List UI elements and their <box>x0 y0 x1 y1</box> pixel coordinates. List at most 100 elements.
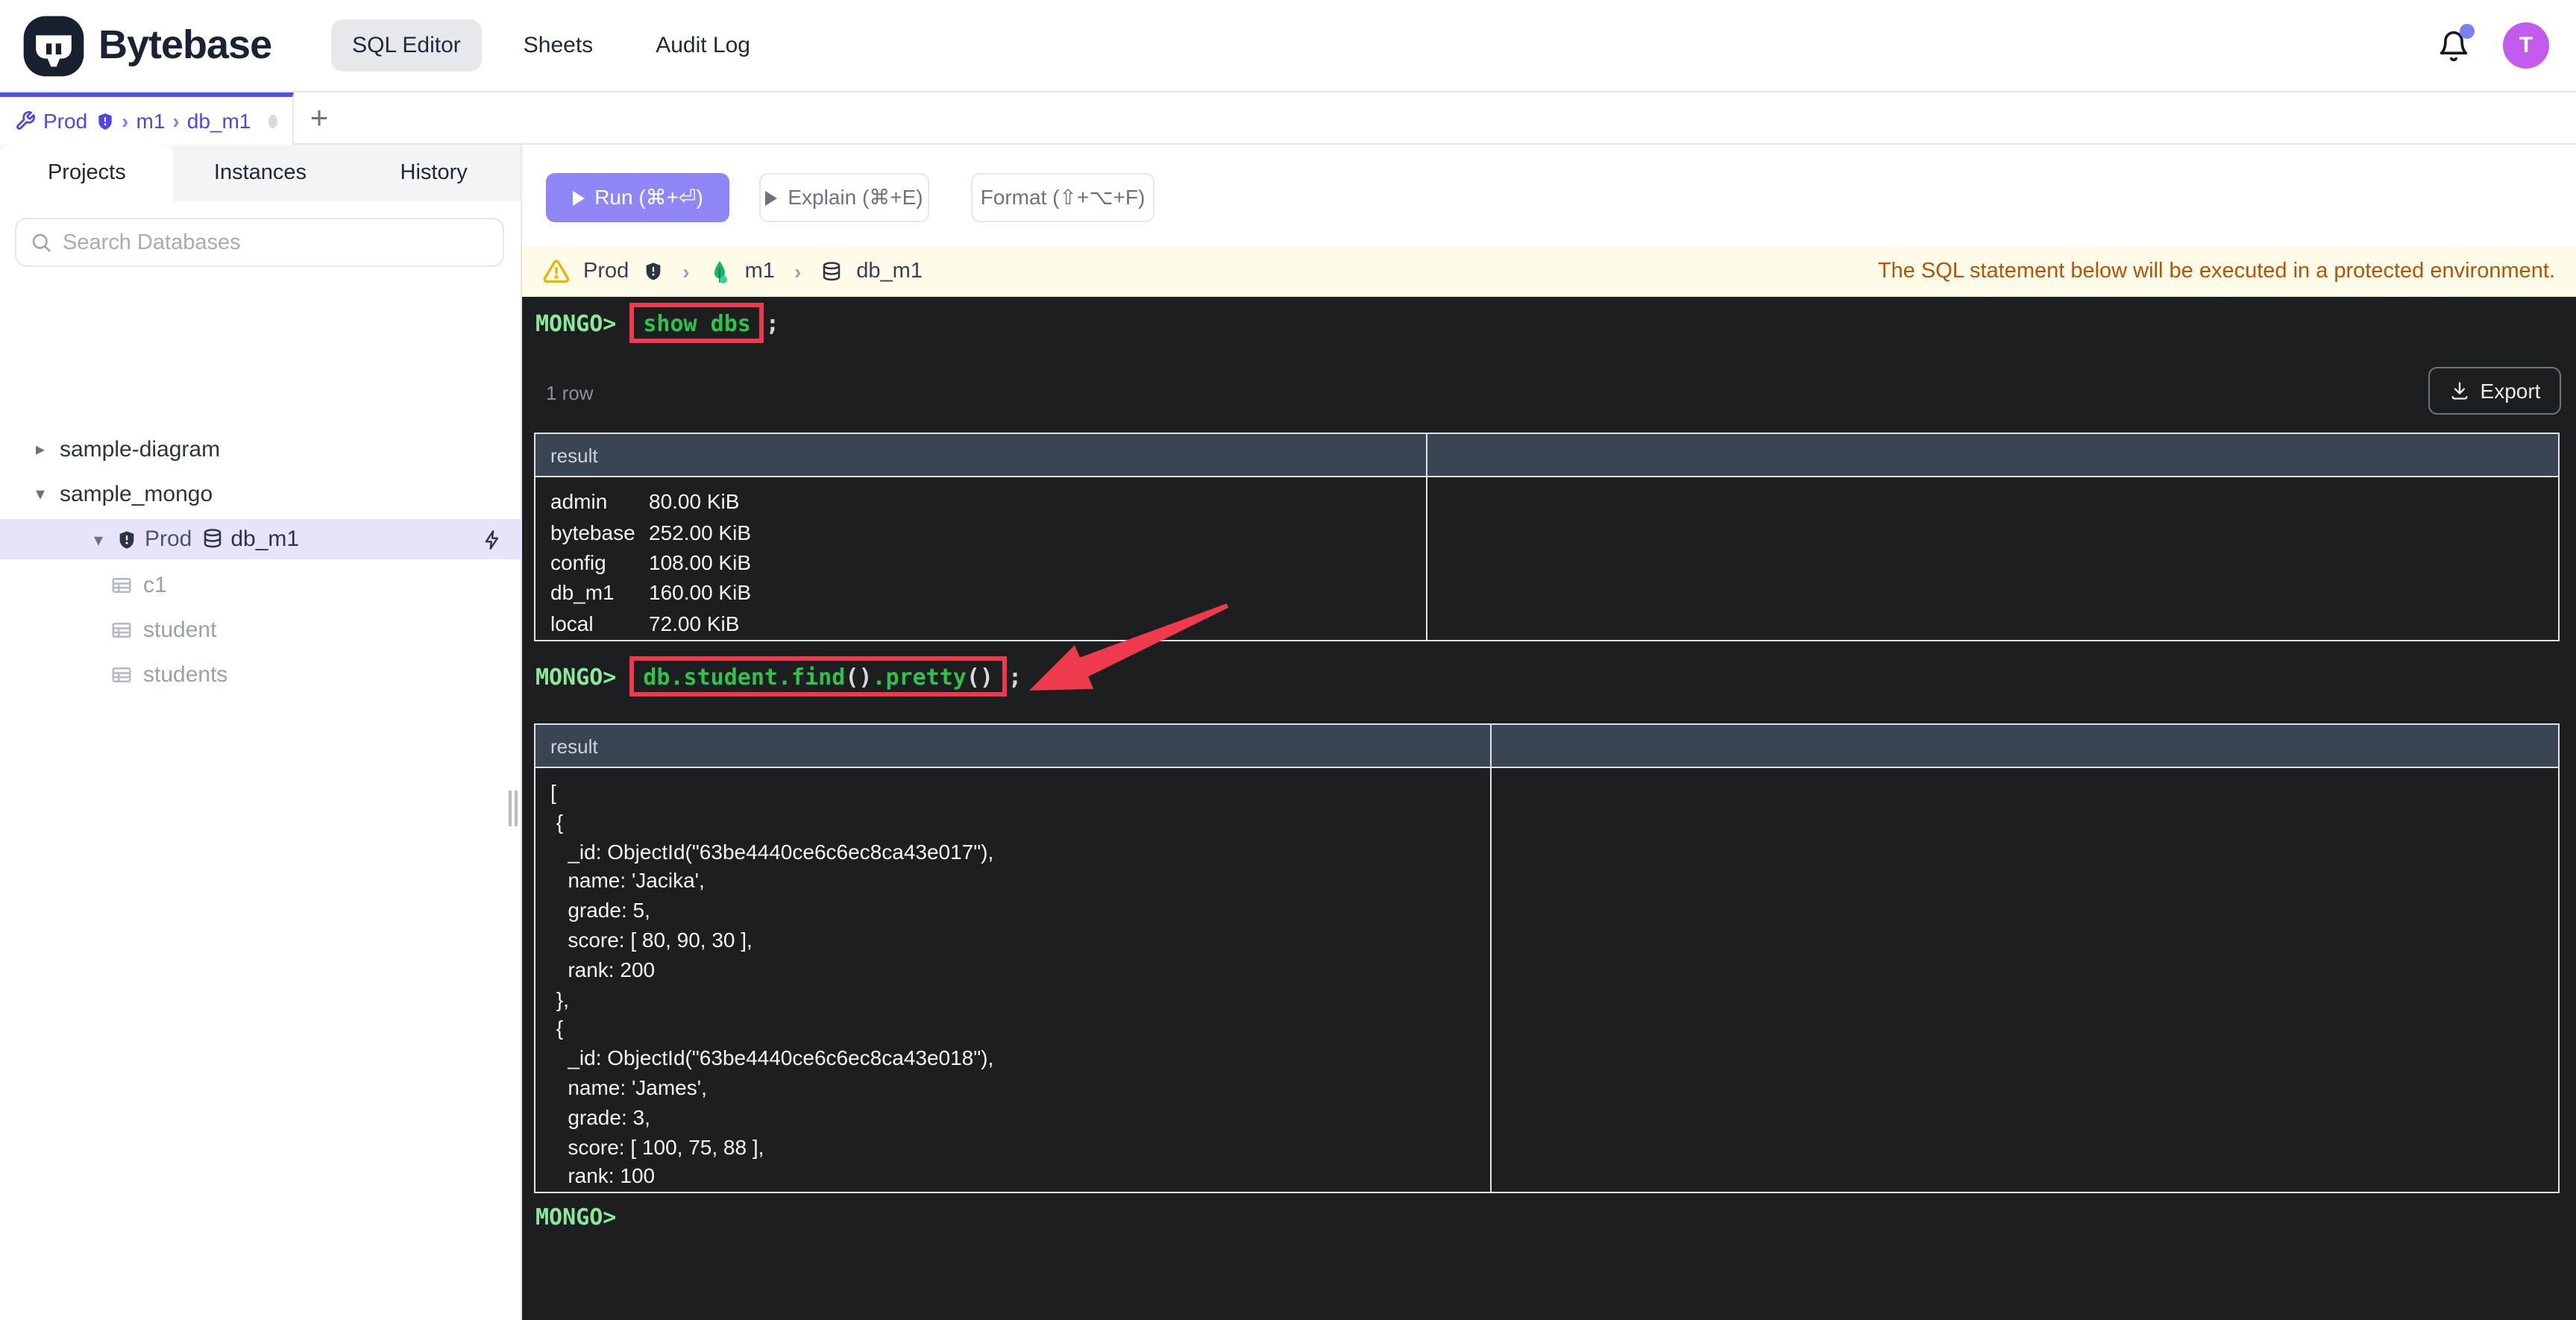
result-table-1: result admin 80.00 KiB bytebase 252.00 KiB… <box>534 433 2560 641</box>
command-show-dbs: show dbs <box>643 310 751 337</box>
shield-icon <box>119 530 134 548</box>
run-button[interactable]: Run (⌘+⏎) <box>546 173 729 222</box>
command-line-1: MONGO> show dbs ; <box>535 303 779 343</box>
command-suffix: ; <box>1008 663 1022 690</box>
command-pretty: .pretty <box>872 664 967 691</box>
banner-env: Prod <box>583 260 629 283</box>
result-table-1-header: result <box>535 434 2558 477</box>
collection-label: students <box>143 661 228 687</box>
play-icon <box>572 190 585 205</box>
banner-separator: › <box>682 260 690 283</box>
table-row: local 72.00 KiB <box>550 611 740 635</box>
bytebase-logo-icon <box>23 15 84 76</box>
shield-icon <box>645 263 660 280</box>
avatar[interactable]: T <box>2503 22 2549 69</box>
mongo-prompt: MONGO> <box>535 663 617 690</box>
shield-icon <box>98 113 111 129</box>
table-icon <box>112 577 131 592</box>
database-icon <box>204 529 221 548</box>
sidebar-splitter-handle[interactable] <box>509 791 518 826</box>
column-header-result: result <box>550 444 598 466</box>
download-icon <box>2451 382 2468 400</box>
brand-logo[interactable]: Bytebase <box>21 13 272 78</box>
explain-button[interactable]: Explain (⌘+E) <box>759 173 929 222</box>
search-icon <box>32 233 51 252</box>
tree-db-label: db_m1 <box>230 527 300 552</box>
table-row: config 108.00 KiB <box>550 550 751 574</box>
column-header-result: result <box>550 735 598 757</box>
breadcrumb-separator: › <box>122 109 129 133</box>
row-count-label: 1 row <box>546 382 594 404</box>
nav-sheets[interactable]: Sheets <box>503 19 614 72</box>
tree-label: sample-diagram <box>60 436 221 462</box>
annotation-box-1: show dbs <box>629 303 764 343</box>
tab-instances[interactable]: Instances <box>174 145 348 201</box>
table-icon <box>112 667 131 682</box>
format-label: Format (⇧+⌥+F) <box>980 185 1146 209</box>
format-button[interactable]: Format (⇧+⌥+F) <box>971 173 1155 222</box>
warning-triangle-icon <box>543 260 570 283</box>
new-tab-button[interactable]: + <box>294 92 345 145</box>
banner-separator: › <box>794 260 802 283</box>
table-row: admin 80.00 KiB <box>550 489 740 514</box>
protected-env-banner: Prod › m1 › db_m1 The SQL statement belo… <box>522 246 2576 297</box>
command-suffix: ; <box>765 309 779 336</box>
command-find: db.student.find <box>643 664 846 691</box>
brand-name: Bytebase <box>98 22 272 67</box>
result-table-2: result [ { _id: ObjectId("63be4440ce6c6e… <box>534 723 2560 1193</box>
mongo-prompt: MONGO> <box>535 309 617 336</box>
result-table-1-body: admin 80.00 KiB bytebase 252.00 KiB config… <box>535 477 2558 638</box>
sheet-tab-active[interactable]: Prod › m1 › db_m1 <box>0 92 294 145</box>
tree-database-db-m1[interactable]: ▾ Prod db_m1 <box>0 519 522 559</box>
result-table-2-header: result <box>535 725 2558 768</box>
collection-label: student <box>143 617 217 642</box>
result-json: [ { _id: ObjectId("63be4440ce6c6ec8ca43e… <box>550 780 994 1188</box>
protected-env-message: The SQL statement below will be executed… <box>1877 260 2555 283</box>
banner-instance: m1 <box>744 260 775 283</box>
mongodb-leaf-icon <box>714 260 728 283</box>
command-parens: () <box>966 664 993 691</box>
sidebar: Projects Instances History ▸ sample-diag… <box>0 145 522 1320</box>
nav-audit-log[interactable]: Audit Log <box>635 19 771 72</box>
tab-env-label: Prod <box>43 109 88 133</box>
command-line-3: MONGO> <box>535 1204 616 1231</box>
collection-label: c1 <box>143 572 167 597</box>
play-icon <box>765 190 778 205</box>
editor-toolbar: Run (⌘+⏎) Explain (⌘+E) Format (⇧+⌥+F) <box>522 145 2576 246</box>
table-icon <box>112 622 131 637</box>
main-nav: SQL Editor Sheets Audit Log <box>331 19 771 72</box>
tree-label: sample_mongo <box>60 481 213 506</box>
tab-database-label: db_m1 <box>186 109 251 133</box>
export-label: Export <box>2480 379 2541 403</box>
tab-history[interactable]: History <box>347 145 521 201</box>
tree-collection-student[interactable]: student <box>0 609 522 650</box>
table-row: bytebase 252.00 KiB <box>550 520 751 544</box>
command-parens: () <box>845 664 873 691</box>
nav-sql-editor[interactable]: SQL Editor <box>331 19 482 72</box>
tree-project-sample-mongo[interactable]: ▾ sample_mongo <box>0 473 522 515</box>
tab-instance-label: m1 <box>136 109 166 133</box>
tree-collection-c1[interactable]: c1 <box>0 564 522 606</box>
tab-projects[interactable]: Projects <box>0 145 174 201</box>
caret-expanded-icon: ▾ <box>35 483 45 504</box>
database-search[interactable] <box>15 218 504 267</box>
wrench-icon <box>16 110 36 130</box>
tree-project-sample-diagram[interactable]: ▸ sample-diagram <box>0 428 522 470</box>
tree-collection-students[interactable]: students <box>0 653 522 695</box>
unsaved-dot <box>268 114 277 128</box>
column-divider <box>1490 725 1492 1192</box>
explain-label: Explain (⌘+E) <box>788 185 923 209</box>
run-label: Run (⌘+⏎) <box>594 185 703 209</box>
caret-expanded-icon: ▾ <box>93 529 104 550</box>
search-input[interactable] <box>63 230 489 254</box>
banner-database: db_m1 <box>856 260 923 283</box>
notifications-button[interactable] <box>2437 23 2475 62</box>
lightning-icon <box>485 529 499 549</box>
editor-tab-bar: Prod › m1 › db_m1 + <box>0 92 2576 145</box>
sidebar-tabs: Projects Instances History <box>0 145 521 201</box>
export-button[interactable]: Export <box>2428 367 2561 415</box>
tree-env-label: Prod <box>145 527 192 552</box>
top-header: Bytebase SQL Editor Sheets Audit Log T <box>0 0 2576 92</box>
bytebase-sql-editor: Bytebase SQL Editor Sheets Audit Log T P… <box>0 0 2576 1320</box>
breadcrumb-separator: › <box>172 109 180 133</box>
